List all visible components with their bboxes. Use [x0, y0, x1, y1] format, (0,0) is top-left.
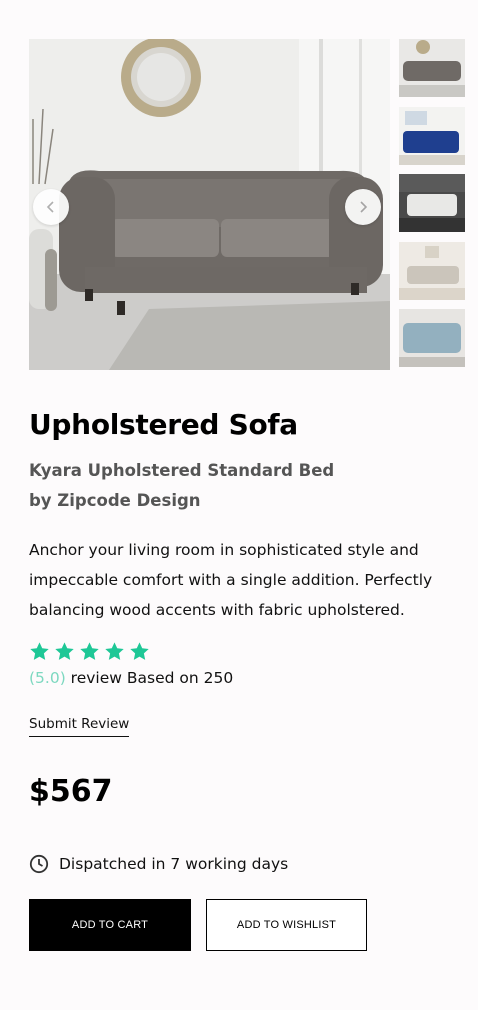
submit-review-link[interactable]: Submit Review — [29, 716, 130, 737]
product-gallery — [29, 39, 465, 370]
thumbnail-light-blue-sofa[interactable] — [399, 309, 465, 367]
star-icon — [55, 642, 74, 660]
thumbnail-grey-sofa[interactable] — [399, 39, 465, 97]
chevron-left-icon — [46, 201, 54, 213]
product-subtitle: Kyara Upholstered Standard Bed by Zipcod… — [29, 461, 335, 510]
chevron-right-icon — [360, 201, 368, 213]
star-icon — [130, 642, 149, 660]
star-icon — [30, 642, 49, 660]
thumbnail-blue-sofa[interactable] — [399, 106, 465, 165]
add-to-cart-button[interactable]: ADD TO CART — [29, 899, 191, 951]
review-count: review Based on 250 — [65, 669, 234, 687]
product-description: Anchor your living room in sophisticated… — [29, 541, 433, 619]
thumbnail-list — [399, 39, 465, 377]
previous-image-button[interactable] — [33, 189, 69, 225]
thumbnail-beige-sofa[interactable] — [399, 241, 465, 300]
star-rating — [29, 641, 150, 662]
next-image-button[interactable] — [345, 189, 381, 225]
star-icon — [105, 642, 124, 660]
product-price: $567 — [29, 774, 113, 809]
dispatch-info: Dispatched in 7 working days — [29, 854, 288, 874]
main-product-image — [29, 39, 390, 370]
clock-icon — [29, 854, 49, 874]
product-title: Upholstered Sofa — [29, 408, 298, 441]
rating-value: (5.0) — [29, 669, 66, 687]
add-to-wishlist-button[interactable]: ADD TO WISHLIST — [206, 899, 367, 951]
star-icon — [80, 642, 99, 660]
dispatch-text: Dispatched in 7 working days — [59, 855, 289, 873]
rating-summary: (5.0) review Based on 250 — [29, 669, 233, 687]
thumbnail-white-sofa[interactable] — [399, 174, 465, 232]
